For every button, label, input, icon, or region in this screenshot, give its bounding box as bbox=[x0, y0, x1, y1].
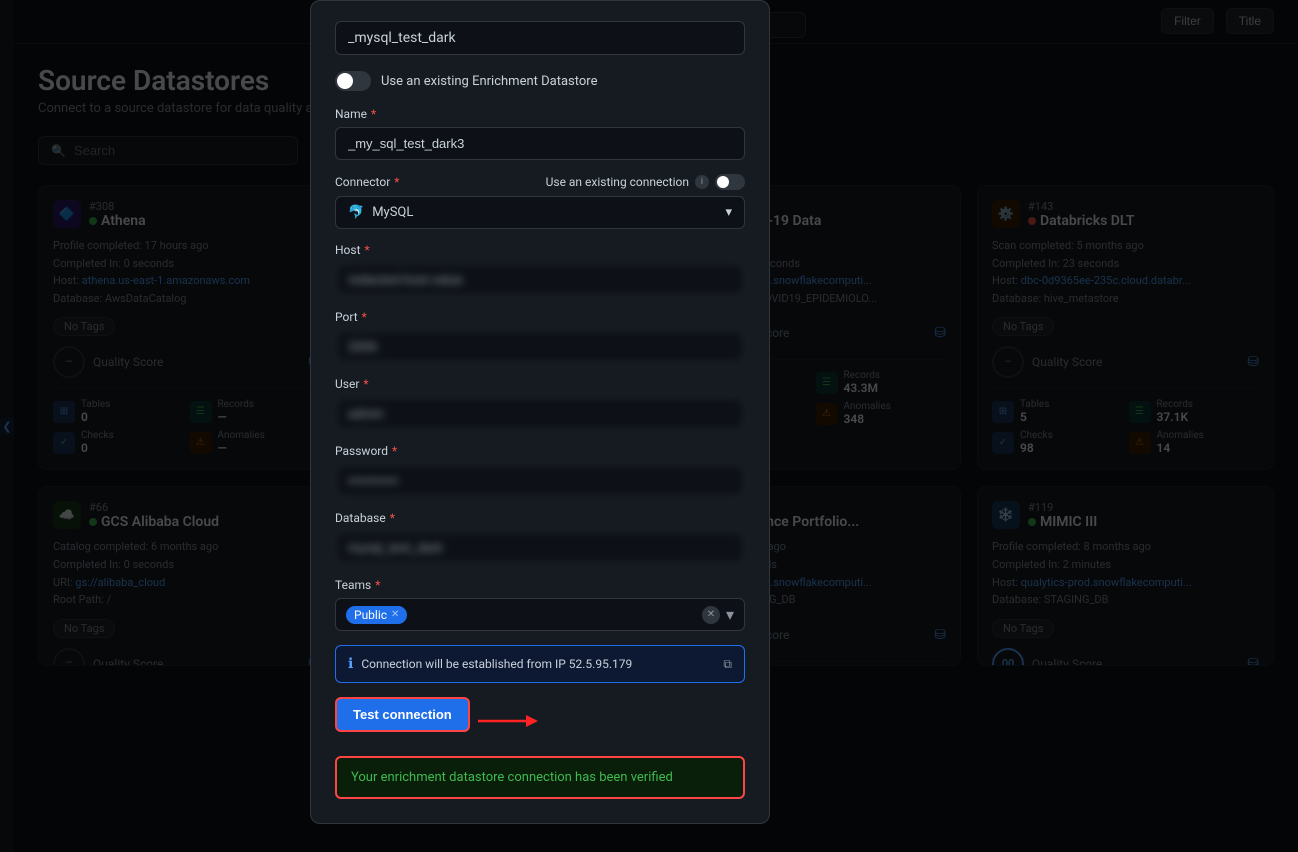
modal-form: _mysql_test_dark Use an existing Enrichm… bbox=[310, 0, 770, 824]
connector-select[interactable]: 🐬 MySQL ▾ bbox=[335, 196, 745, 229]
team-tag-remove[interactable]: ✕ bbox=[391, 609, 399, 620]
name-label: Name * bbox=[335, 107, 745, 121]
success-text: Your enrichment datastore connection has… bbox=[351, 770, 673, 785]
database-field-group: Database * bbox=[335, 511, 745, 564]
red-arrow-indicator bbox=[478, 709, 538, 733]
user-input[interactable] bbox=[335, 397, 745, 430]
password-input[interactable] bbox=[335, 464, 745, 497]
teams-field-group: Teams * Public ✕ ✕ ▾ bbox=[335, 578, 745, 631]
connector-label: Connector * bbox=[335, 175, 399, 189]
required-indicator: * bbox=[365, 243, 370, 257]
ip-notice: ℹ Connection will be established from IP… bbox=[335, 645, 745, 683]
port-field-group: Port * bbox=[335, 310, 745, 363]
info-circle-icon: ℹ bbox=[348, 656, 353, 672]
existing-conn-label: Use an existing connection bbox=[546, 175, 689, 189]
toggle-knob bbox=[717, 176, 729, 188]
chevron-down-icon: ▾ bbox=[725, 205, 732, 220]
password-field-group: Password * bbox=[335, 444, 745, 497]
required-indicator: * bbox=[375, 578, 380, 592]
ip-notice-text: Connection will be established from IP 5… bbox=[361, 657, 632, 671]
port-input[interactable] bbox=[335, 330, 745, 363]
teams-chevron: ▾ bbox=[726, 605, 734, 624]
test-connection-button[interactable]: Test connection bbox=[335, 697, 470, 732]
database-label: Database * bbox=[335, 511, 745, 525]
existing-conn-toggle[interactable] bbox=[715, 174, 745, 190]
name-field-group: Name * bbox=[335, 107, 745, 160]
port-label: Port * bbox=[335, 310, 745, 324]
modal-overlay: _mysql_test_dark Use an existing Enrichm… bbox=[0, 0, 1298, 852]
password-label: Password * bbox=[335, 444, 745, 458]
connector-field-group: Connector * Use an existing connection i bbox=[335, 174, 745, 229]
team-tag-public: Public ✕ bbox=[346, 606, 407, 624]
toggle-label: Use an existing Enrichment Datastore bbox=[381, 74, 597, 89]
required-indicator: * bbox=[394, 175, 399, 189]
success-notice: Your enrichment datastore connection has… bbox=[335, 756, 745, 799]
connector-row: Connector * Use an existing connection i bbox=[335, 174, 745, 190]
required-indicator: * bbox=[390, 511, 395, 525]
clear-teams-btn[interactable]: ✕ bbox=[702, 606, 720, 624]
copy-icon[interactable]: ⧉ bbox=[723, 657, 732, 672]
required-indicator: * bbox=[371, 107, 376, 121]
host-input[interactable] bbox=[335, 263, 745, 296]
modal-datastore-name: _mysql_test_dark bbox=[335, 21, 745, 55]
user-label: User * bbox=[335, 377, 745, 391]
database-input[interactable] bbox=[335, 531, 745, 564]
toggle-knob bbox=[337, 73, 353, 89]
required-indicator: * bbox=[392, 444, 397, 458]
teams-label: Teams * bbox=[335, 578, 745, 592]
connector-value: MySQL bbox=[372, 205, 413, 220]
mysql-icon: 🐬 bbox=[348, 205, 364, 220]
user-field-group: User * bbox=[335, 377, 745, 430]
required-indicator: * bbox=[363, 377, 368, 391]
host-field-group: Host * bbox=[335, 243, 745, 296]
teams-input[interactable]: Public ✕ ✕ ▾ bbox=[335, 598, 745, 631]
enrichment-toggle[interactable] bbox=[335, 71, 371, 91]
required-indicator: * bbox=[362, 310, 367, 324]
host-label: Host * bbox=[335, 243, 745, 257]
info-icon[interactable]: i bbox=[695, 175, 709, 189]
name-input[interactable] bbox=[335, 127, 745, 160]
toggle-row: Use an existing Enrichment Datastore bbox=[335, 71, 745, 91]
